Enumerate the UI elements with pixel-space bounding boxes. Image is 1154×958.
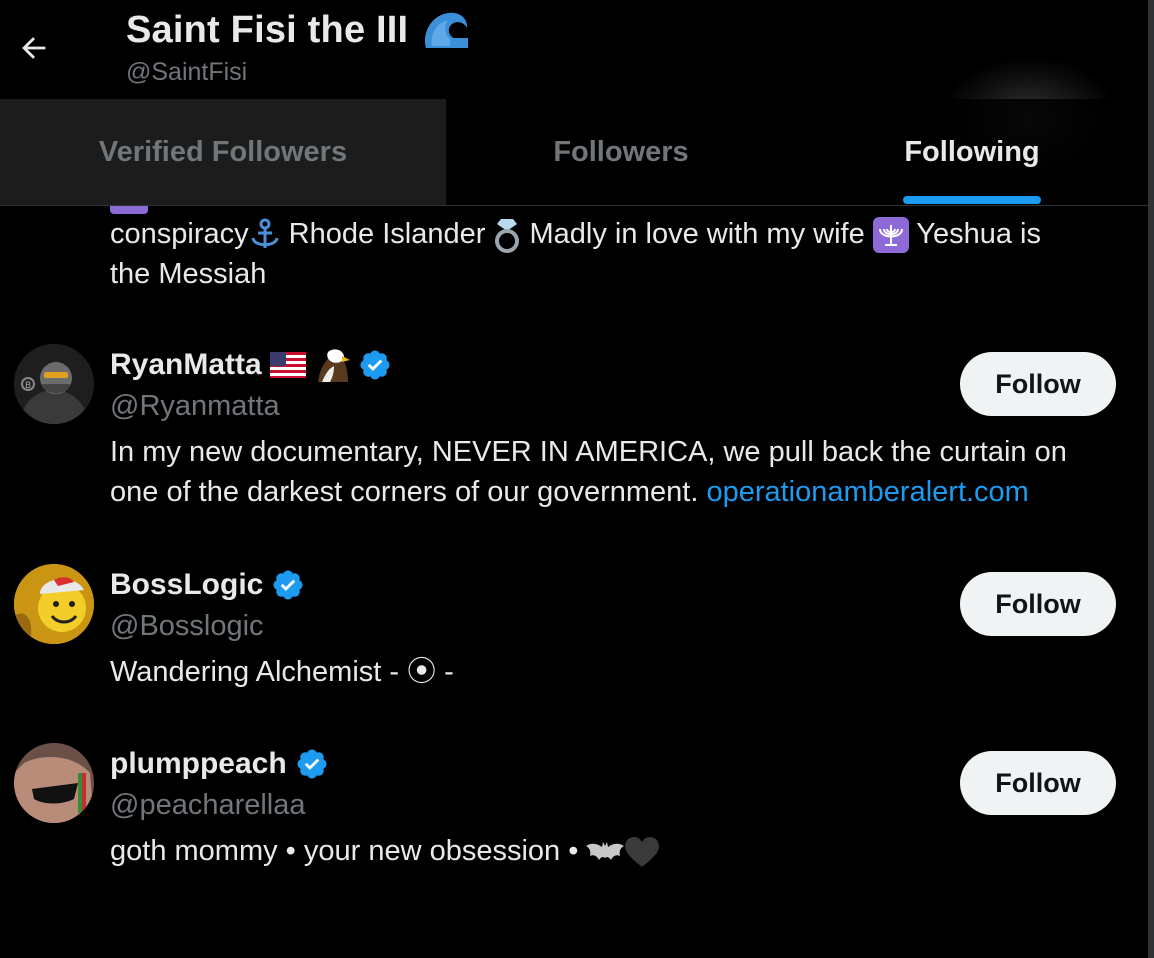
user-handle: @Ryanmatta (110, 390, 280, 422)
verified-badge-icon (297, 749, 327, 779)
bat-icon (586, 842, 625, 861)
user-bio: goth mommy • your new obsession • (110, 831, 1120, 871)
anchor-icon (251, 218, 279, 249)
purple-emoji-clipped (110, 206, 148, 214)
avatar[interactable] (14, 743, 94, 823)
follow-button[interactable]: Follow (960, 352, 1116, 416)
back-button[interactable] (14, 28, 54, 68)
menorah-icon (872, 217, 909, 254)
back-arrow-icon (22, 37, 46, 59)
black-heart-icon (625, 837, 660, 868)
user-name[interactable]: RyanMatta (110, 348, 262, 382)
tab-followers[interactable]: Followers (446, 99, 796, 205)
us-flag-icon (269, 352, 306, 378)
window-edge (1148, 0, 1154, 958)
follow-button[interactable]: Follow (960, 572, 1116, 636)
user-name[interactable]: BossLogic (110, 568, 263, 602)
ring-icon (495, 219, 520, 254)
tab-following[interactable]: Following (796, 99, 1148, 205)
follow-button[interactable]: Follow (960, 751, 1116, 815)
user-handle: @Bosslogic (110, 610, 264, 642)
active-tab-indicator (903, 196, 1041, 204)
partial-user-bio: conspiracy Rhode Islander Madly in love … (110, 217, 1041, 290)
user-bio: In my new documentary, NEVER IN AMERICA,… (110, 436, 1067, 508)
user-handle: @peacharellaa (110, 789, 306, 821)
profile-title: Saint Fisi the III @SaintFisi (126, 8, 470, 87)
profile-name: Saint Fisi the III (126, 8, 409, 51)
eagle-icon (317, 349, 350, 382)
svg-text:B: B (25, 381, 31, 391)
verified-badge-icon (273, 570, 303, 600)
avatar[interactable] (14, 564, 94, 644)
tab-verified-followers[interactable]: Verified Followers (0, 99, 446, 205)
verified-badge-icon (360, 350, 390, 380)
wave-icon (425, 12, 469, 49)
user-bio: Wandering Alchemist - ⦿ - (110, 656, 454, 688)
avatar[interactable]: B (14, 344, 94, 424)
profile-handle: @SaintFisi (126, 58, 248, 86)
profile-header: Saint Fisi the III @SaintFisi (0, 0, 1154, 180)
bio-link[interactable]: operationamberalert.com (706, 476, 1028, 508)
tab-bar: Verified Followers Followers Following (0, 99, 1148, 206)
user-name[interactable]: plumppeach (110, 747, 287, 781)
